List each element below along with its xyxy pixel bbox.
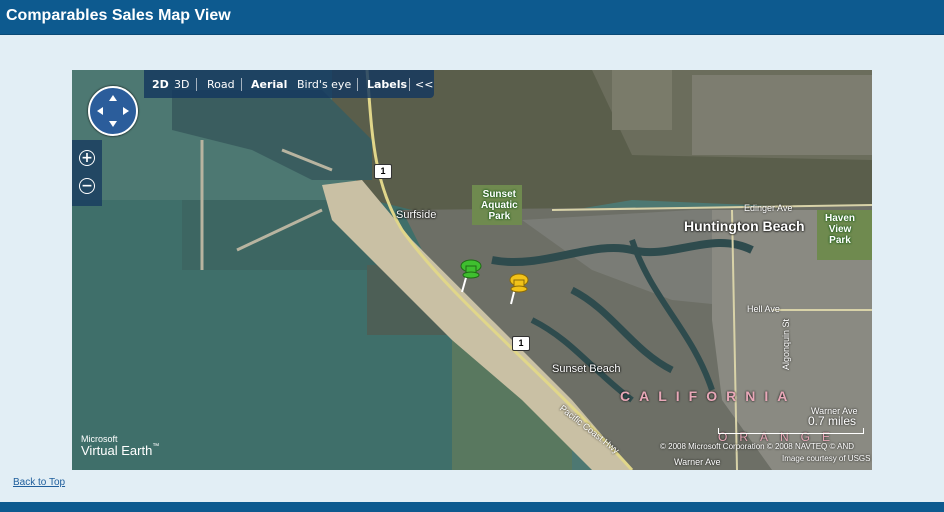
- map-toolbar: 2D 3D Road Aerial Bird's eye Labels <<: [144, 70, 434, 98]
- label-california: CALIFORNIA: [620, 388, 797, 404]
- aerial-map[interactable]: 2D 3D Road Aerial Bird's eye Labels << +…: [72, 70, 872, 470]
- back-to-top-link[interactable]: Back to Top: [13, 477, 65, 488]
- label-haven-view-park: Haven View Park: [825, 213, 856, 246]
- label-surfside: Surfside: [396, 209, 437, 221]
- label-hell-ave: Hell Ave: [747, 304, 780, 314]
- labels-toggle[interactable]: Labels: [367, 78, 407, 91]
- pan-compass[interactable]: [88, 86, 138, 136]
- label-warner-ave: Warner Ave: [674, 457, 721, 467]
- label-algonquin-st: Algonquin St: [781, 318, 791, 370]
- label-sunset-beach: Sunset Beach: [552, 363, 621, 375]
- tab-road[interactable]: Road: [207, 78, 235, 91]
- scale-bar: [718, 428, 864, 434]
- page-footer: [0, 502, 944, 512]
- tab-3d[interactable]: 3D: [174, 78, 189, 91]
- label-sunset-aquatic-park: Sunset Aquatic Park: [481, 189, 518, 222]
- toolbar-divider: [409, 78, 410, 91]
- imagery-credit: Image courtesy of USGS: [782, 454, 871, 463]
- scale-label: 0.7 miles: [808, 414, 857, 428]
- map-copyright: © 2008 Microsoft Corporation © 2008 NAVT…: [660, 442, 855, 451]
- tab-aerial[interactable]: Aerial: [251, 78, 287, 91]
- toolbar-divider: [357, 78, 358, 91]
- zoom-controls: + −: [72, 140, 102, 206]
- tab-birds-eye[interactable]: Bird's eye: [297, 78, 351, 91]
- label-huntington-beach: Huntington Beach: [684, 218, 805, 234]
- page-title: Comparables Sales Map View: [6, 7, 231, 24]
- label-edinger-ave: Edinger Ave: [744, 203, 793, 213]
- zoom-out-icon[interactable]: −: [79, 178, 95, 194]
- route-1-shield: 1: [374, 164, 392, 179]
- collapse-toolbar-button[interactable]: <<: [415, 78, 433, 91]
- toolbar-divider: [241, 78, 242, 91]
- virtual-earth-logo: Virtual Earth™: [81, 443, 160, 458]
- page-header: Comparables Sales Map View: [0, 0, 944, 35]
- toolbar-divider: [196, 78, 197, 91]
- compass-arrows-icon: [97, 95, 129, 127]
- yellow-pushpin-icon[interactable]: [503, 270, 533, 310]
- green-pushpin-icon[interactable]: [455, 256, 485, 296]
- zoom-in-icon[interactable]: +: [79, 150, 95, 166]
- tab-2d[interactable]: 2D: [152, 78, 169, 91]
- route-1-shield: 1: [512, 336, 530, 351]
